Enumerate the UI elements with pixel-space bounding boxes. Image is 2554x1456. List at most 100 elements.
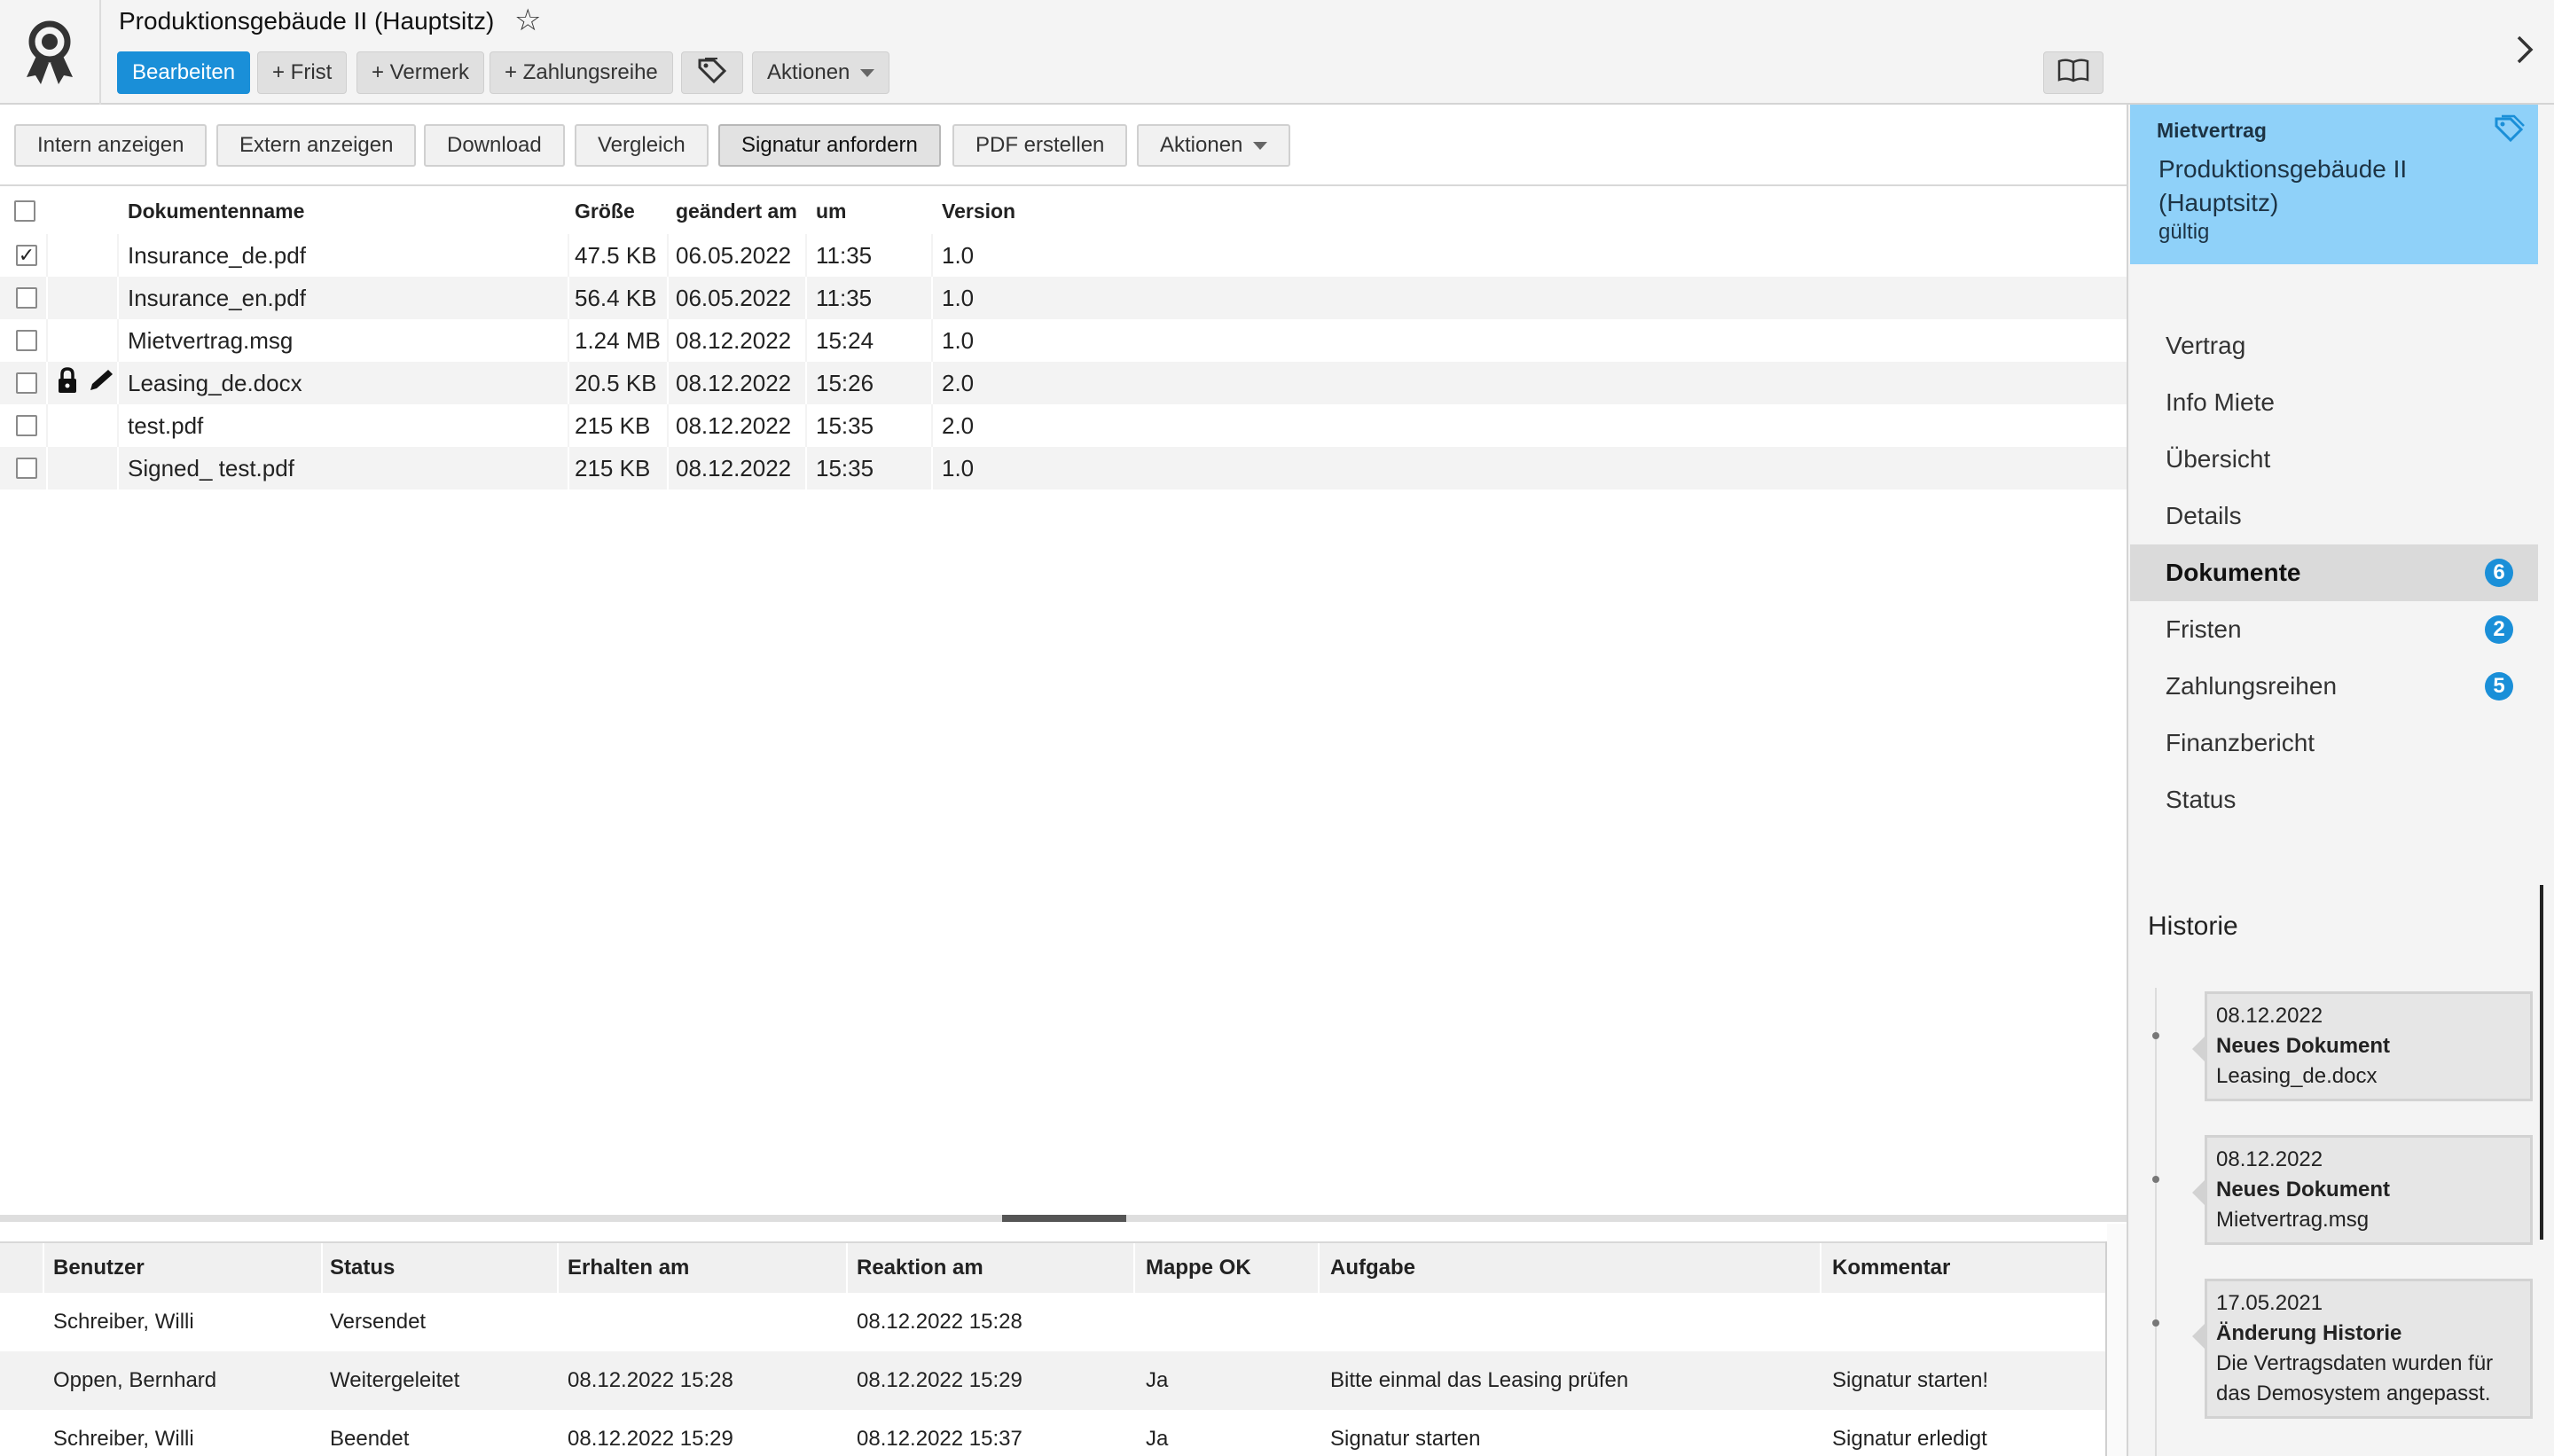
column-header-received[interactable]: Erhalten am bbox=[568, 1243, 689, 1293]
header-actions-dropdown[interactable]: Aktionen bbox=[752, 51, 890, 94]
table-row[interactable]: Schreiber, Willi Versendet 08.12.2022 15:2… bbox=[0, 1293, 2105, 1351]
sidebar-item-übersicht[interactable]: Übersicht bbox=[2130, 431, 2538, 488]
timeline-dot bbox=[2152, 1319, 2159, 1327]
history-title: Neues Dokument bbox=[2216, 1178, 2391, 1202]
column-header-reaction[interactable]: Reaktion am bbox=[857, 1243, 983, 1293]
history-entry[interactable]: 08.12.2022 Neues Dokument Leasing_de.docx bbox=[2192, 991, 2533, 1101]
sidebar-item-finanzbericht[interactable]: Finanzbericht bbox=[2130, 715, 2538, 771]
sidebar-item-fristen[interactable]: Fristen 2 bbox=[2130, 601, 2538, 658]
request-signature-button[interactable]: Signatur anfordern bbox=[718, 124, 941, 167]
document-name[interactable]: Signed_ test.pdf bbox=[128, 447, 294, 489]
row-checkbox[interactable] bbox=[16, 287, 37, 309]
workflow-status: Weitergeleitet bbox=[330, 1368, 460, 1392]
column-header-comment[interactable]: Kommentar bbox=[1832, 1243, 1950, 1293]
download-button[interactable]: Download bbox=[424, 124, 565, 167]
history-title: Neues Dokument bbox=[2216, 1034, 2391, 1058]
column-header-time[interactable]: um bbox=[816, 188, 847, 234]
history-text: Die Vertragsdaten wurden für das Demosys… bbox=[2216, 1351, 2494, 1405]
show-internal-button[interactable]: Intern anzeigen bbox=[14, 124, 208, 167]
edit-pencil-icon[interactable] bbox=[87, 367, 115, 400]
star-icon[interactable]: ☆ bbox=[514, 5, 541, 35]
workflow-table-header: Benutzer Status Erhalten am Reaktion am … bbox=[0, 1241, 2105, 1293]
chevron-right-icon[interactable] bbox=[2515, 34, 2534, 70]
column-header-size[interactable]: Größe bbox=[575, 188, 635, 234]
column-header-folder-ok[interactable]: Mappe OK bbox=[1146, 1243, 1251, 1293]
workflow-comment: Signatur erledigt bbox=[1832, 1427, 1987, 1451]
sidebar-item-label: Vertrag bbox=[2166, 332, 2246, 359]
document-version: 1.0 bbox=[942, 284, 975, 311]
sidebar-item-label: Details bbox=[2166, 502, 2242, 529]
history-text: Mietvertrag.msg bbox=[2216, 1208, 2370, 1232]
select-all-checkbox[interactable] bbox=[14, 200, 35, 222]
table-row[interactable]: Leasing_de.docx 20.5 KB 08.12.2022 15:26 2.0 bbox=[0, 362, 2127, 404]
document-version: 2.0 bbox=[942, 369, 975, 396]
compare-button[interactable]: Vergleich bbox=[575, 124, 709, 167]
document-name[interactable]: Leasing_de.docx bbox=[128, 362, 302, 404]
table-row[interactable]: Mietvertrag.msg 1.24 MB 08.12.2022 15:24 1.0 bbox=[0, 319, 2127, 362]
sidebar-item-info-miete[interactable]: Info Miete bbox=[2130, 374, 2538, 431]
column-header-version[interactable]: Version bbox=[942, 188, 1015, 234]
add-deadline-button[interactable]: + Frist bbox=[257, 51, 348, 94]
history-date: 08.12.2022 bbox=[2216, 1147, 2323, 1171]
document-date: 08.12.2022 bbox=[676, 454, 792, 481]
document-size: 215 KB bbox=[575, 454, 651, 481]
splitter-grip[interactable] bbox=[1002, 1215, 1126, 1222]
history-date: 08.12.2022 bbox=[2216, 1004, 2323, 1028]
history-timeline bbox=[2155, 988, 2157, 1456]
table-row[interactable]: Schreiber, Willi Beendet 08.12.2022 15:29 0… bbox=[0, 1410, 2105, 1456]
document-version: 1.0 bbox=[942, 454, 975, 481]
row-checkbox[interactable] bbox=[16, 330, 37, 351]
document-name[interactable]: Insurance_en.pdf bbox=[128, 277, 306, 319]
table-row[interactable]: test.pdf 215 KB 08.12.2022 15:35 2.0 bbox=[0, 404, 2127, 447]
sidebar-item-vertrag[interactable]: Vertrag bbox=[2130, 317, 2538, 374]
document-size: 20.5 KB bbox=[575, 369, 657, 396]
document-name[interactable]: Insurance_de.pdf bbox=[128, 234, 306, 277]
sidebar-item-dokumente[interactable]: Dokumente 6 bbox=[2130, 544, 2538, 601]
sidebar-item-label: Status bbox=[2166, 786, 2237, 813]
add-note-button[interactable]: + Vermerk bbox=[356, 51, 485, 94]
tags-button[interactable] bbox=[681, 51, 743, 94]
book-button[interactable] bbox=[2043, 51, 2104, 94]
sidebar-item-label: Übersicht bbox=[2166, 445, 2271, 473]
edit-button[interactable]: Bearbeiten bbox=[117, 51, 251, 94]
toolbar-actions-dropdown[interactable]: Aktionen bbox=[1137, 124, 1291, 167]
column-header-changed[interactable]: geändert am bbox=[676, 188, 797, 234]
award-logo-icon[interactable] bbox=[0, 0, 101, 105]
sidebar-item-status[interactable]: Status bbox=[2130, 771, 2538, 828]
sidebar-item-details[interactable]: Details bbox=[2130, 488, 2538, 544]
document-name[interactable]: test.pdf bbox=[128, 404, 203, 447]
pane-splitter[interactable] bbox=[0, 1215, 2127, 1222]
document-size: 56.4 KB bbox=[575, 284, 657, 311]
column-header-task[interactable]: Aufgabe bbox=[1330, 1243, 1415, 1293]
table-row[interactable]: Insurance_en.pdf 56.4 KB 06.05.2022 11:35 1.… bbox=[0, 277, 2127, 319]
show-external-button[interactable]: Extern anzeigen bbox=[216, 124, 417, 167]
column-header-name[interactable]: Dokumentenname bbox=[128, 188, 304, 234]
count-badge: 5 bbox=[2485, 672, 2513, 701]
column-header-status[interactable]: Status bbox=[330, 1243, 395, 1293]
row-checkbox[interactable] bbox=[16, 458, 37, 479]
document-name[interactable]: Mietvertrag.msg bbox=[128, 319, 293, 362]
history-entry[interactable]: 08.12.2022 Neues Dokument Mietvertrag.msg bbox=[2192, 1135, 2533, 1245]
table-row[interactable]: Oppen, Bernhard Weitergeleitet 08.12.2022 … bbox=[0, 1351, 2105, 1410]
sidebar-scrollbar[interactable] bbox=[2540, 885, 2543, 1240]
create-pdf-button[interactable]: PDF erstellen bbox=[952, 124, 1128, 167]
sidebar-item-zahlungsreihen[interactable]: Zahlungsreihen 5 bbox=[2130, 658, 2538, 715]
sidebar-item-label: Fristen bbox=[2166, 615, 2242, 643]
contract-name: Produktionsgebäude II (Hauptsitz) bbox=[2158, 155, 2408, 216]
row-checkbox[interactable] bbox=[16, 415, 37, 436]
table-row[interactable]: ✓ Insurance_de.pdf 47.5 KB 06.05.2022 11:35 1… bbox=[0, 234, 2127, 277]
row-checkbox[interactable] bbox=[16, 372, 37, 394]
history-text: Leasing_de.docx bbox=[2216, 1064, 2378, 1088]
chevron-down-icon bbox=[1253, 141, 1268, 150]
workflow-scrollbar[interactable] bbox=[2107, 1224, 2127, 1456]
workflow-folder-ok: Ja bbox=[1146, 1368, 1169, 1392]
add-payment-series-button[interactable]: + Zahlungsreihe bbox=[490, 51, 673, 94]
column-header-user[interactable]: Benutzer bbox=[53, 1243, 145, 1293]
workflow-reaction: 08.12.2022 15:37 bbox=[857, 1427, 1022, 1451]
tags-icon[interactable] bbox=[2492, 114, 2526, 148]
history-entry[interactable]: 17.05.2021 Änderung Historie Die Vertragsd… bbox=[2192, 1279, 2533, 1419]
contract-card: Mietvertrag Produktionsgebäude II (Haupt… bbox=[2130, 105, 2538, 264]
row-checkbox[interactable]: ✓ bbox=[16, 245, 37, 266]
table-row[interactable]: Signed_ test.pdf 215 KB 08.12.2022 15:35 1.0 bbox=[0, 447, 2127, 489]
workflow-received: 08.12.2022 15:29 bbox=[568, 1427, 733, 1451]
